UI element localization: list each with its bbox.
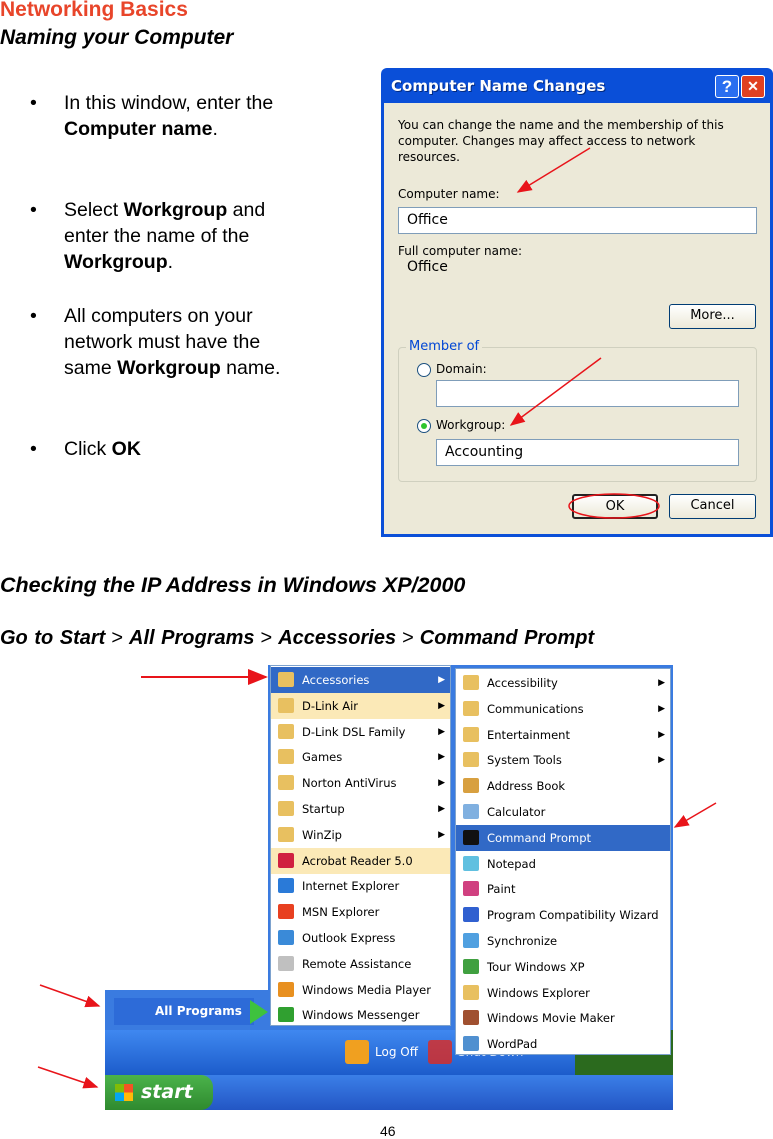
page-number: 46 <box>380 1123 396 1139</box>
annotation-arrow <box>673 802 717 828</box>
annotation-overlay <box>37 147 717 1089</box>
annotation-arrow <box>516 147 591 193</box>
ok-highlight-ellipse <box>568 493 660 519</box>
annotation-arrow <box>37 1066 99 1089</box>
annotation-arrow <box>509 357 602 426</box>
annotation-arrow <box>39 984 101 1008</box>
